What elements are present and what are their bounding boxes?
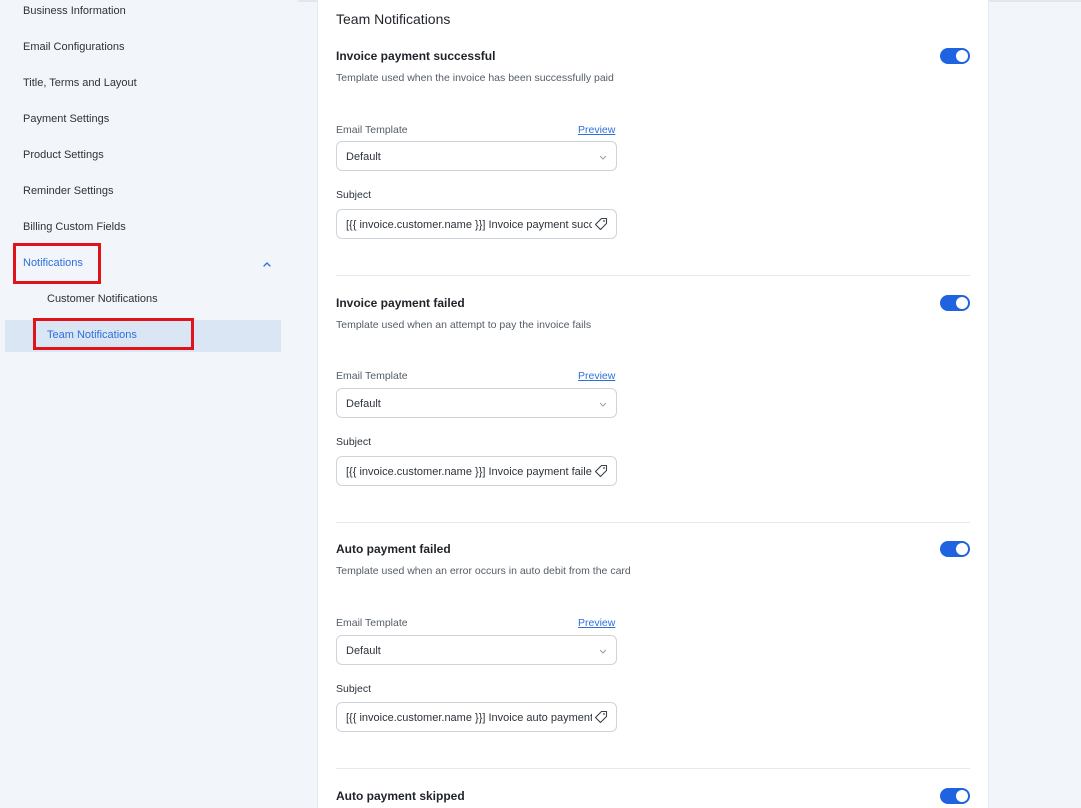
subject-label: Subject xyxy=(336,189,372,201)
sidebar-item-email-configurations[interactable]: Email Configurations xyxy=(23,39,125,55)
section-divider xyxy=(336,275,970,276)
notification-section-invoice-payment-failed: Invoice payment failed Template used whe… xyxy=(336,295,970,525)
chevron-down-icon xyxy=(599,155,607,160)
subject-value: [{{ invoice.customer.name }}] Invoice pa… xyxy=(346,219,592,231)
subject-label: Subject xyxy=(336,683,372,695)
subject-input[interactable]: [{{ invoice.customer.name }}] Invoice pa… xyxy=(336,456,617,486)
enable-toggle[interactable] xyxy=(940,541,970,557)
toggle-knob xyxy=(956,50,968,62)
section-description: Template used when the invoice has been … xyxy=(336,72,614,84)
sidebar-item-business-information[interactable]: Business Information xyxy=(23,3,126,19)
subject-input[interactable]: [{{ invoice.customer.name }}] Invoice pa… xyxy=(336,209,617,239)
highlight-box-notifications xyxy=(13,243,101,284)
page-title: Team Notifications xyxy=(336,11,451,27)
section-description: Template used when an attempt to pay the… xyxy=(336,319,592,331)
email-template-label: Email Template xyxy=(336,124,408,136)
selected-template: Default xyxy=(346,645,381,657)
email-template-select[interactable]: Default xyxy=(336,141,617,171)
enable-toggle[interactable] xyxy=(940,48,970,64)
section-title: Invoice payment failed xyxy=(336,296,465,310)
enable-toggle[interactable] xyxy=(940,295,970,311)
email-template-label: Email Template xyxy=(336,617,408,629)
email-template-select[interactable]: Default xyxy=(336,388,617,418)
tag-icon[interactable] xyxy=(594,464,608,478)
sidebar-item-customer-notifications[interactable]: Customer Notifications xyxy=(47,291,158,307)
sidebar-item-billing-custom-fields[interactable]: Billing Custom Fields xyxy=(23,219,126,235)
sidebar-item-reminder-settings[interactable]: Reminder Settings xyxy=(23,183,114,199)
notification-section-invoice-payment-successful: Invoice payment successful Template used… xyxy=(336,48,970,278)
email-template-label: Email Template xyxy=(336,370,408,382)
subject-value: [{{ invoice.customer.name }}] Invoice au… xyxy=(346,712,592,724)
notification-section-auto-payment-skipped: Auto payment skipped xyxy=(336,788,970,808)
toggle-knob xyxy=(956,297,968,309)
enable-toggle[interactable] xyxy=(940,788,970,804)
section-divider xyxy=(336,768,970,769)
toggle-knob xyxy=(956,790,968,802)
email-template-select[interactable]: Default xyxy=(336,635,617,665)
selected-template: Default xyxy=(346,151,381,163)
tag-icon[interactable] xyxy=(594,217,608,231)
subject-value: [{{ invoice.customer.name }}] Invoice pa… xyxy=(346,466,592,478)
notification-section-auto-payment-failed: Auto payment failed Template used when a… xyxy=(336,541,970,771)
sidebar-item-payment-settings[interactable]: Payment Settings xyxy=(23,111,109,127)
chevron-down-icon xyxy=(599,649,607,654)
subject-label: Subject xyxy=(336,436,372,448)
section-description: Template used when an error occurs in au… xyxy=(336,565,631,577)
toggle-knob xyxy=(956,543,968,555)
section-title: Auto payment failed xyxy=(336,542,451,556)
section-divider xyxy=(336,522,970,523)
sidebar-item-title-terms-layout[interactable]: Title, Terms and Layout xyxy=(23,75,137,91)
preview-link[interactable]: Preview xyxy=(578,616,615,630)
subject-input[interactable]: [{{ invoice.customer.name }}] Invoice au… xyxy=(336,702,617,732)
chevron-down-icon xyxy=(599,402,607,407)
preview-link[interactable]: Preview xyxy=(578,369,615,383)
section-title: Invoice payment successful xyxy=(336,49,496,63)
section-title: Auto payment skipped xyxy=(336,789,465,803)
tag-icon[interactable] xyxy=(594,710,608,724)
preview-link[interactable]: Preview xyxy=(578,123,615,137)
settings-sidebar: Business Information Email Configuration… xyxy=(0,0,298,808)
chevron-up-icon[interactable] xyxy=(261,258,273,270)
highlight-box-team-notifications xyxy=(33,318,194,350)
sidebar-item-product-settings[interactable]: Product Settings xyxy=(23,147,104,163)
selected-template: Default xyxy=(346,398,381,410)
